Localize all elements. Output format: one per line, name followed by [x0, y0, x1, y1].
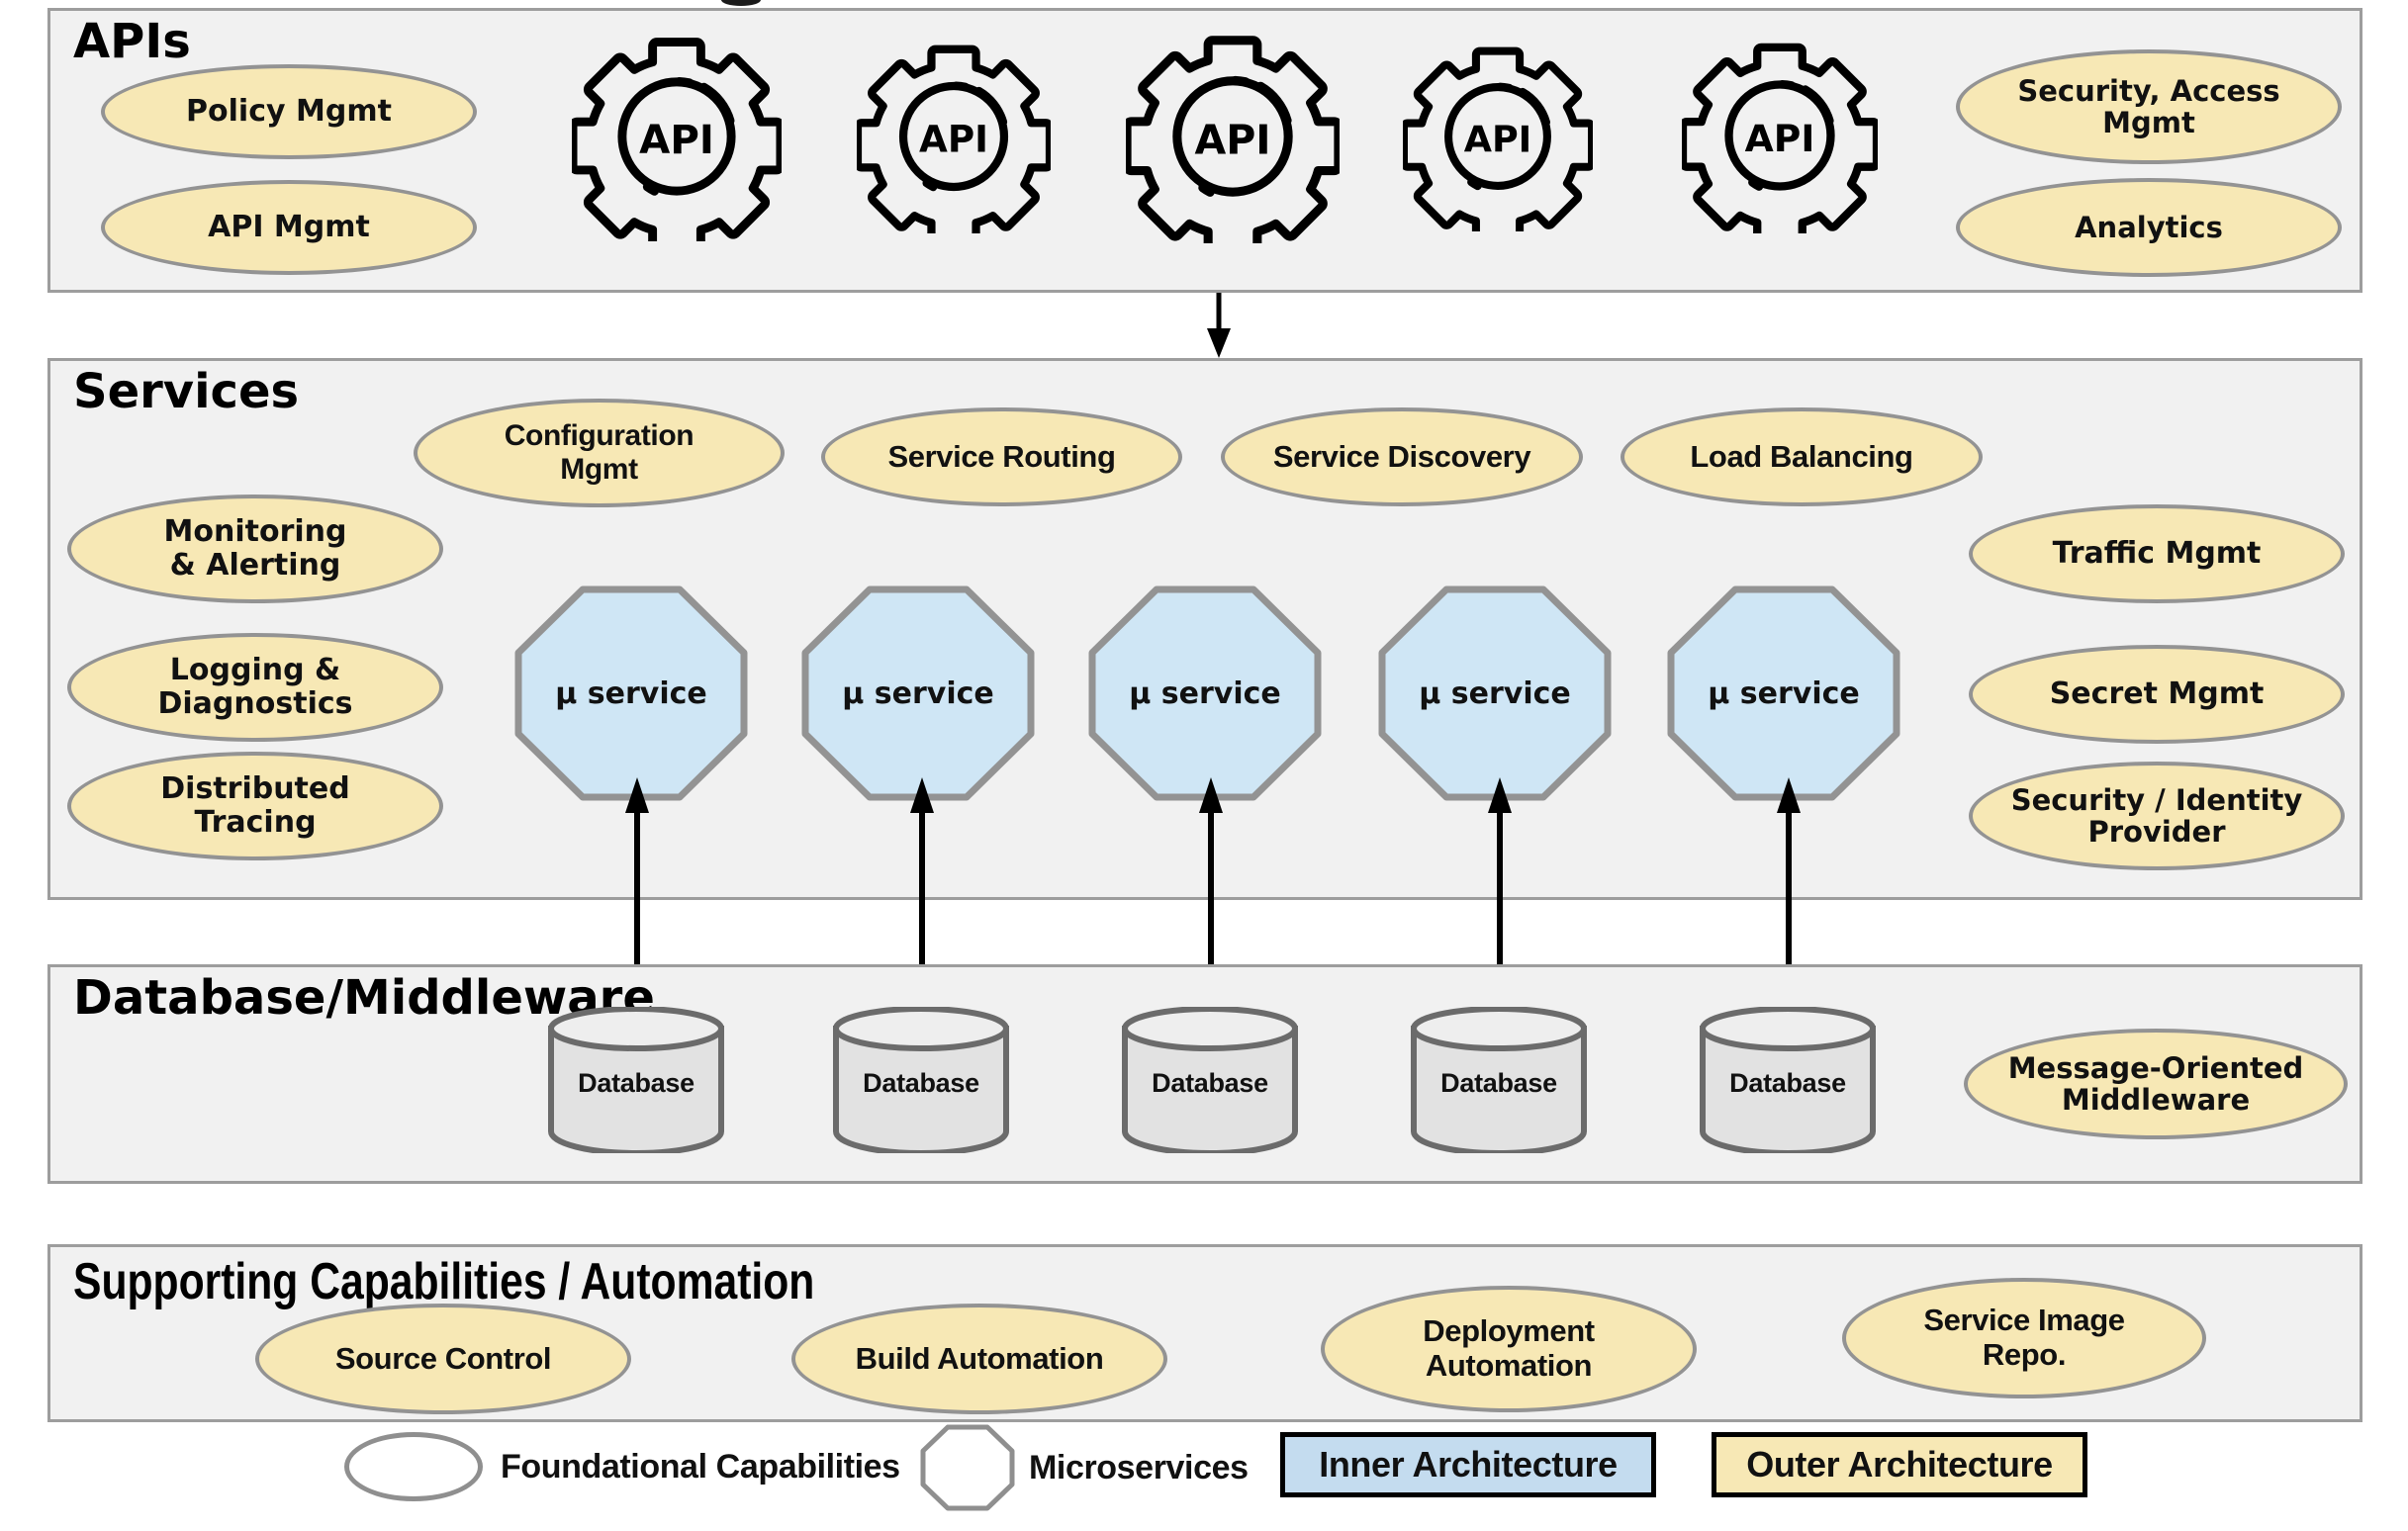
legend-label: Microservices: [1029, 1448, 1249, 1486]
capability-service-image-repo[interactable]: Service Image Repo.: [1842, 1278, 2206, 1398]
capability-message-oriented-middleware[interactable]: Message-Oriented Middleware: [1964, 1029, 2348, 1139]
microservice-node-3[interactable]: μ service: [1088, 585, 1322, 801]
api-gear-icon-3[interactable]: API: [1126, 30, 1340, 243]
capability-service-routing[interactable]: Service Routing: [821, 407, 1182, 506]
capability-service-discovery[interactable]: Service Discovery: [1221, 407, 1583, 506]
capability-label: Build Automation: [855, 1340, 1104, 1376]
capability-label: Service Routing: [887, 438, 1116, 474]
capability-configuration-mgmt[interactable]: Configuration Mgmt: [414, 399, 785, 507]
capability-label: Load Balancing: [1690, 438, 1913, 474]
database-label: Database: [1729, 1068, 1846, 1098]
capability-label: Security / Identity Provider: [2010, 782, 2303, 849]
microservice-label: μ service: [842, 675, 994, 711]
capability-traffic-mgmt[interactable]: Traffic Mgmt: [1969, 504, 2345, 603]
legend: Foundational Capabilities Microservices …: [0, 1416, 2408, 1531]
svg-text:API: API: [919, 118, 988, 161]
capability-policy-mgmt[interactable]: Policy Mgmt: [101, 64, 477, 159]
svg-text:API: API: [1745, 117, 1815, 160]
database-label: Database: [1152, 1068, 1268, 1098]
microservice-label: μ service: [1419, 675, 1571, 711]
database-node-3[interactable]: Database: [1120, 1007, 1300, 1153]
svg-text:API: API: [639, 118, 714, 163]
capability-deployment-automation[interactable]: Deployment Automation: [1321, 1286, 1697, 1412]
api-gear-icon-2[interactable]: API: [857, 40, 1051, 233]
database-node-4[interactable]: Database: [1409, 1007, 1589, 1153]
capability-label: Configuration Mgmt: [504, 419, 695, 486]
gear-icon: API: [1126, 36, 1340, 243]
api-gear-icon-1[interactable]: API: [572, 32, 782, 241]
legend-label: Foundational Capabilities: [501, 1447, 900, 1486]
microservice-label: μ service: [1708, 675, 1860, 711]
legend-box-label: Outer Architecture: [1746, 1444, 2053, 1485]
capability-label: API Mgmt: [208, 210, 370, 245]
capability-security-access-mgmt[interactable]: Security, Access Mgmt: [1956, 49, 2342, 164]
microservice-label: μ service: [555, 675, 707, 711]
legend-item-foundational-capabilities: Foundational Capabilities: [344, 1432, 900, 1501]
capability-label: Source Control: [334, 1340, 552, 1376]
capability-label: Service Discovery: [1272, 438, 1531, 474]
clipped-top-artifact: [721, 0, 761, 6]
capability-build-automation[interactable]: Build Automation: [791, 1304, 1167, 1414]
microservice-node-5[interactable]: μ service: [1667, 585, 1900, 801]
capability-label: Deployment Automation: [1423, 1313, 1595, 1383]
svg-text:API: API: [1194, 116, 1270, 163]
octagon-shape: [920, 1424, 1015, 1511]
legend-box-outer-architecture: Outer Architecture: [1712, 1432, 2087, 1497]
database-node-1[interactable]: Database: [546, 1007, 726, 1153]
microservice-label: μ service: [1129, 675, 1281, 711]
capability-label: Logging & Diagnostics: [157, 653, 353, 721]
legend-box-label: Inner Architecture: [1319, 1444, 1618, 1485]
capability-source-control[interactable]: Source Control: [255, 1304, 631, 1414]
legend-box-inner-architecture: Inner Architecture: [1280, 1432, 1656, 1497]
gear-icon: API: [1682, 43, 1878, 233]
ellipse-outline-icon: [344, 1432, 483, 1501]
capability-secret-mgmt[interactable]: Secret Mgmt: [1969, 645, 2345, 744]
database-label: Database: [578, 1068, 695, 1098]
arrow-down-icon: [1207, 293, 1231, 358]
octagon-outline-icon: [920, 1424, 1015, 1511]
microservice-node-1[interactable]: μ service: [514, 585, 748, 801]
capability-security-identity-provider[interactable]: Security / Identity Provider: [1969, 762, 2345, 870]
gear-icon: API: [1403, 46, 1593, 231]
microservice-node-4[interactable]: μ service: [1378, 585, 1612, 801]
capability-label: Traffic Mgmt: [2052, 536, 2262, 572]
capability-api-mgmt[interactable]: API Mgmt: [101, 180, 477, 275]
gear-icon: API: [572, 38, 782, 241]
capability-label: Monitoring & Alerting: [163, 514, 347, 583]
capability-label: Analytics: [2075, 210, 2223, 244]
capability-distributed-tracing[interactable]: Distributed Tracing: [67, 752, 443, 860]
capability-label: Policy Mgmt: [186, 94, 392, 130]
capability-analytics[interactable]: Analytics: [1956, 178, 2342, 277]
database-label: Database: [863, 1068, 979, 1098]
legend-item-microservices: Microservices: [920, 1424, 1249, 1511]
capability-logging-diagnostics[interactable]: Logging & Diagnostics: [67, 633, 443, 742]
panel-title-apis: APIs: [73, 14, 191, 69]
microservice-node-2[interactable]: μ service: [801, 585, 1035, 801]
database-node-2[interactable]: Database: [831, 1007, 1011, 1153]
panel-title-services: Services: [73, 364, 300, 419]
capability-label: Security, Access Mgmt: [2017, 73, 2280, 139]
database-node-5[interactable]: Database: [1698, 1007, 1878, 1153]
api-gear-icon-4[interactable]: API: [1403, 42, 1593, 231]
capability-label: Message-Oriented Middleware: [2007, 1050, 2304, 1117]
capability-monitoring-alerting[interactable]: Monitoring & Alerting: [67, 495, 443, 603]
database-label: Database: [1440, 1068, 1557, 1098]
architecture-diagram: APIs Policy Mgmt API Mgmt API API API AP…: [0, 0, 2408, 1531]
api-gear-icon-5[interactable]: API: [1682, 38, 1878, 233]
capability-load-balancing[interactable]: Load Balancing: [1621, 407, 1983, 506]
panel-title-supporting-capabilities: Supporting Capabilities / Automation: [73, 1253, 815, 1310]
capability-label: Distributed Tracing: [160, 771, 350, 840]
gear-icon: API: [857, 45, 1051, 233]
svg-text:API: API: [1464, 118, 1532, 160]
capability-label: Service Image Repo.: [1923, 1303, 2125, 1372]
capability-label: Secret Mgmt: [2049, 676, 2265, 712]
connector-apis-to-services: [1207, 293, 1247, 360]
